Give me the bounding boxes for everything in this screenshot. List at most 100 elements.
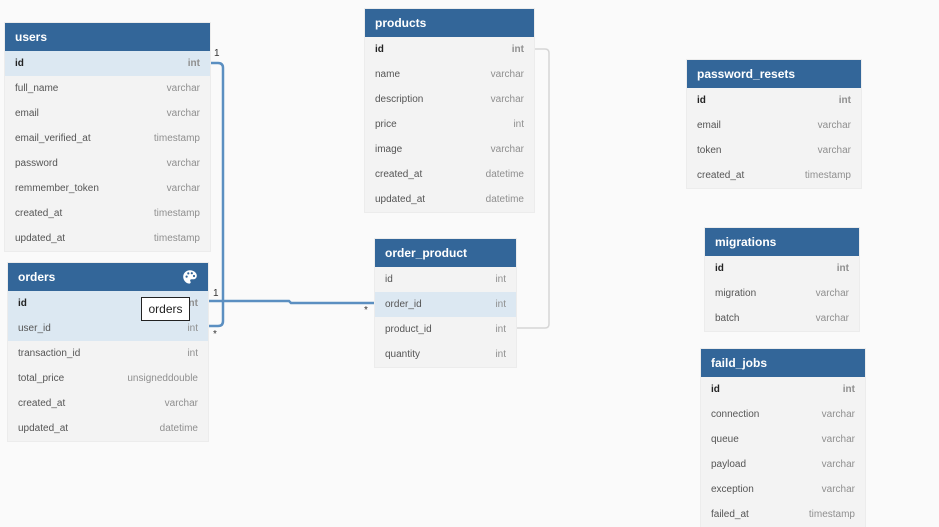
table-header[interactable]: users [5, 23, 210, 51]
column-name: user_id [18, 323, 51, 334]
column-name: id [15, 58, 24, 69]
column-name: price [375, 119, 397, 130]
table-order-product[interactable]: order_product id int order_id int product_… [375, 239, 516, 367]
cardinality-label-many: * [364, 305, 368, 316]
column-name: created_at [15, 208, 63, 219]
table-row[interactable]: id int [365, 37, 534, 62]
column-name: transaction_id [18, 348, 81, 359]
table-row[interactable]: exception varchar [701, 477, 865, 502]
column-name: exception [711, 484, 754, 495]
table-row[interactable]: payload varchar [701, 452, 865, 477]
column-name: description [375, 94, 424, 105]
table-row[interactable]: connection varchar [701, 402, 865, 427]
table-header[interactable]: password_resets [687, 60, 861, 88]
table-row[interactable]: total_price unsigneddouble [8, 366, 208, 391]
column-name: failed_at [711, 509, 749, 520]
table-row[interactable]: image varchar [365, 137, 534, 162]
table-row[interactable]: id int [375, 267, 516, 292]
table-header[interactable]: orders [8, 263, 208, 291]
table-header[interactable]: order_product [375, 239, 516, 267]
column-name: order_id [385, 299, 422, 310]
table-title: faild_jobs [711, 356, 768, 370]
table-row[interactable]: name varchar [365, 62, 534, 87]
table-row[interactable]: id int [5, 51, 210, 76]
column-name: email [697, 120, 721, 131]
table-row[interactable]: remmember_token varchar [5, 176, 210, 201]
table-row[interactable]: password varchar [5, 151, 210, 176]
table-row[interactable]: full_name varchar [5, 76, 210, 101]
column-name: created_at [18, 398, 66, 409]
column-type: int [842, 384, 855, 395]
table-products[interactable]: products id int name varchar description va… [365, 9, 534, 212]
table-row[interactable]: batch varchar [705, 306, 859, 331]
table-title: users [15, 30, 48, 44]
table-row[interactable]: created_at varchar [8, 391, 208, 416]
relation-orders-order-product[interactable] [209, 299, 375, 305]
table-row[interactable]: updated_at timestamp [5, 226, 210, 251]
column-type: varchar [821, 459, 855, 470]
column-type: varchar [817, 120, 851, 131]
column-type: int [511, 44, 524, 55]
column-type: timestamp [153, 208, 200, 219]
table-row[interactable]: price int [365, 112, 534, 137]
table-row[interactable]: migration varchar [705, 281, 859, 306]
table-row[interactable]: token varchar [687, 138, 861, 163]
column-name: id [385, 274, 393, 285]
column-name: image [375, 144, 403, 155]
table-row[interactable]: queue varchar [701, 427, 865, 452]
table-header[interactable]: products [365, 9, 534, 37]
column-name: email_verified_at [15, 133, 91, 144]
table-row[interactable]: email_verified_at timestamp [5, 126, 210, 151]
column-name: queue [711, 434, 739, 445]
table-row[interactable]: id int [701, 377, 865, 402]
table-row[interactable]: created_at timestamp [5, 201, 210, 226]
table-faild-jobs[interactable]: faild_jobs id int connection varchar queue… [701, 349, 865, 527]
table-row[interactable]: transaction_id int [8, 341, 208, 366]
table-row[interactable]: order_id int [375, 292, 516, 317]
column-type: varchar [164, 398, 198, 409]
table-title: order_product [385, 246, 468, 260]
palette-icon[interactable] [182, 269, 198, 285]
table-password-resets[interactable]: password_resets id int email varchar token… [687, 60, 861, 188]
column-name: connection [711, 409, 760, 420]
table-row[interactable]: email varchar [5, 101, 210, 126]
column-type: varchar [166, 183, 200, 194]
table-row[interactable]: description varchar [365, 87, 534, 112]
column-type: int [187, 58, 200, 69]
table-row[interactable]: updated_at datetime [8, 416, 208, 441]
column-name: id [18, 298, 27, 309]
relation-users-orders[interactable] [209, 61, 225, 328]
cardinality-label-one: 1 [214, 48, 220, 59]
column-name: updated_at [18, 423, 69, 434]
column-type: varchar [490, 94, 524, 105]
table-header[interactable]: faild_jobs [701, 349, 865, 377]
table-row[interactable]: failed_at timestamp [701, 502, 865, 527]
column-type: int [187, 348, 198, 359]
column-name: batch [715, 313, 740, 324]
table-row[interactable]: quantity int [375, 342, 516, 367]
table-migrations[interactable]: migrations id int migration varchar batch v… [705, 228, 859, 331]
column-name: quantity [385, 349, 421, 360]
column-type: int [495, 349, 506, 360]
column-type: timestamp [804, 170, 851, 181]
column-type: varchar [490, 69, 524, 80]
column-type: timestamp [153, 133, 200, 144]
column-name: migration [715, 288, 757, 299]
column-name: updated_at [375, 194, 426, 205]
table-row[interactable]: product_id int [375, 317, 516, 342]
table-header[interactable]: migrations [705, 228, 859, 256]
table-row[interactable]: id int [705, 256, 859, 281]
table-row[interactable]: updated_at datetime [365, 187, 534, 212]
column-type: varchar [817, 145, 851, 156]
column-type: timestamp [808, 509, 855, 520]
column-name: updated_at [15, 233, 66, 244]
table-orders[interactable]: orders id int user_id int transaction_id in… [8, 263, 208, 441]
table-row[interactable]: email varchar [687, 113, 861, 138]
table-row[interactable]: created_at timestamp [687, 163, 861, 188]
table-users[interactable]: users id int full_name varchar email varcha… [5, 23, 210, 251]
column-type: timestamp [153, 233, 200, 244]
table-row[interactable]: created_at datetime [365, 162, 534, 187]
column-type: int [836, 263, 849, 274]
table-row[interactable]: id int [687, 88, 861, 113]
column-type: varchar [821, 409, 855, 420]
